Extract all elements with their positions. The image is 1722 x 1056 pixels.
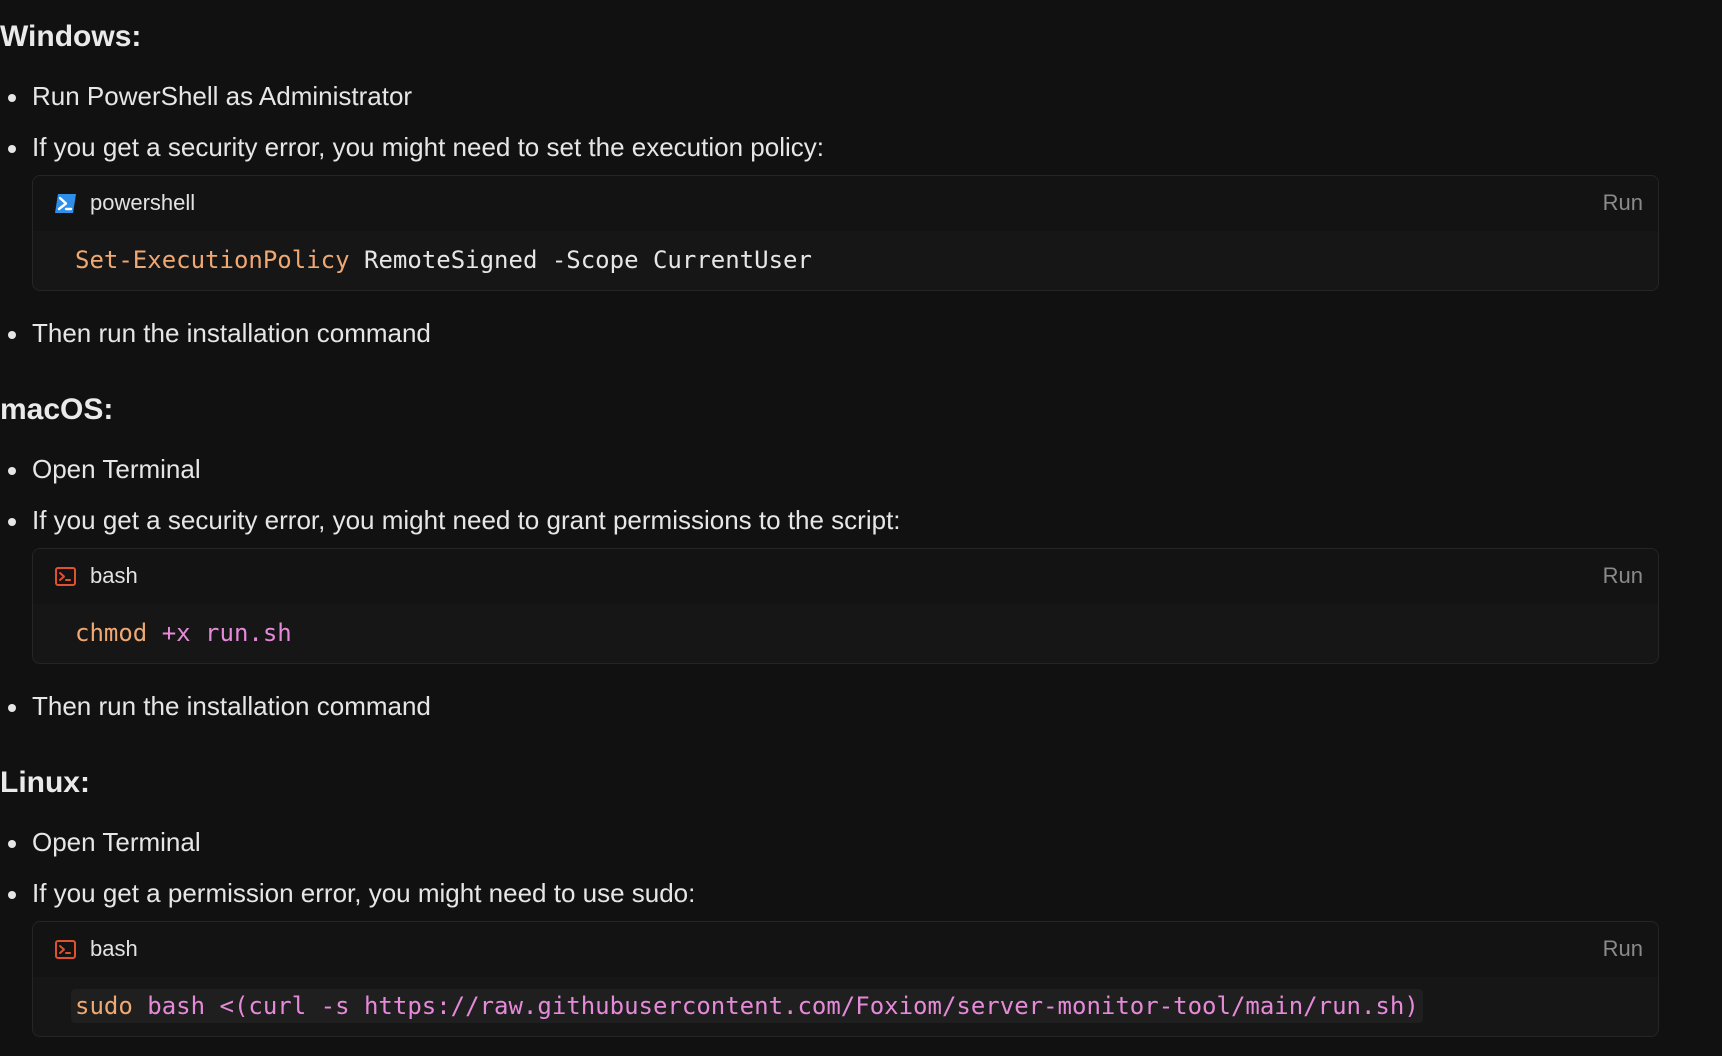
bullet-dot (8, 518, 16, 526)
bullet-dot (8, 94, 16, 102)
run-button[interactable]: Run (1603, 562, 1643, 590)
run-button[interactable]: Run (1603, 935, 1643, 963)
code-token-command: sudo (75, 992, 133, 1020)
code-block-header: powershell Run (33, 176, 1658, 231)
code-token-command: chmod (75, 619, 148, 647)
code-block-bash: bash Run sudo bash <(curl -s https://raw… (32, 921, 1659, 1037)
section-heading-macos: macOS: (0, 393, 114, 426)
code-token-args: RemoteSigned -Scope CurrentUser (349, 246, 812, 274)
section-heading-linux: Linux: (0, 766, 90, 799)
page: Windows: Run PowerShell as Administrator… (0, 0, 1722, 1056)
bullet-dot (8, 891, 16, 899)
section-heading-windows: Windows: (0, 20, 142, 53)
code-block-header: bash Run (33, 549, 1658, 604)
code-line: sudo bash <(curl -s https://raw.githubus… (71, 989, 1423, 1023)
code-language-label: bash (90, 936, 138, 961)
list-item-text: If you get a permission error, you might… (32, 878, 696, 908)
code-token-args: +x run.sh (147, 619, 292, 647)
bullet-dot (8, 704, 16, 712)
list-item-text: Then run the installation command (32, 691, 431, 721)
terminal-icon (55, 940, 76, 959)
bullet-dot (8, 840, 16, 848)
terminal-icon (55, 567, 76, 586)
list-item-text: Open Terminal (32, 454, 201, 484)
bullet-dot (8, 331, 16, 339)
list-item-text: If you get a security error, you might n… (32, 505, 901, 535)
code-token-args: bash <(curl -s https://raw.githubusercon… (132, 992, 1419, 1020)
code-language-label: bash (90, 563, 138, 588)
code-line: chmod +x run.sh (75, 618, 292, 648)
code-language-label: powershell (90, 190, 196, 215)
run-button[interactable]: Run (1603, 189, 1643, 217)
powershell-icon (55, 194, 76, 213)
code-token-command: Set-ExecutionPolicy (75, 246, 350, 274)
bullet-dot (8, 467, 16, 475)
bullet-dot (8, 145, 16, 153)
code-block-powershell: powershell Run Set-ExecutionPolicy Remot… (32, 175, 1659, 291)
list-item-text: If you get a security error, you might n… (32, 132, 824, 162)
list-item-text: Open Terminal (32, 827, 201, 857)
code-line: Set-ExecutionPolicy RemoteSigned -Scope … (75, 245, 812, 275)
code-block-header: bash Run (33, 922, 1658, 977)
code-block-bash: bash Run chmod +x run.sh (32, 548, 1659, 664)
list-item-text: Then run the installation command (32, 318, 431, 348)
list-item-text: Run PowerShell as Administrator (32, 81, 413, 111)
